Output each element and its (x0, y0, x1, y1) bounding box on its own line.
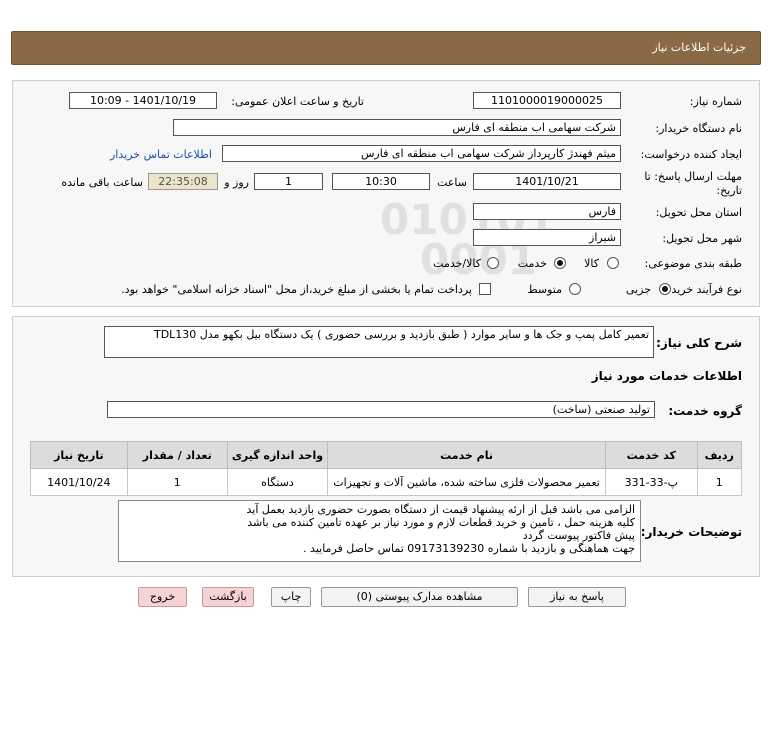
process-radio-minor[interactable] (659, 283, 671, 295)
province-field[interactable]: فارس (473, 203, 621, 220)
cell-need-date: 1401/10/24 (30, 468, 128, 496)
creator-label: ایجاد کننده درخواست: (640, 148, 742, 161)
buyer-org-label: نام دستگاه خریدار: (655, 122, 742, 135)
col-unit: واحد اندازه گیری (226, 441, 329, 469)
col-quantity: تعداد / مقدار (126, 441, 228, 469)
service-group-field[interactable]: تولید صنعتی (ساخت) (107, 401, 655, 418)
need-number-label: شماره نیاز: (689, 95, 742, 108)
buyer-notes-label: توضیحات خریدار: (640, 525, 742, 539)
description-field[interactable]: تعمیر کامل پمپ و جک ها و سایر موارد ( طب… (104, 326, 654, 358)
cell-row-number: 1 (696, 468, 743, 496)
province-label: استان محل تحویل: (655, 206, 742, 219)
process-radio-medium[interactable] (569, 283, 581, 295)
services-table: ردیف کد خدمت نام خدمت واحد اندازه گیری ت… (30, 441, 743, 496)
col-service-name: نام خدمت (327, 441, 607, 469)
category-radio-goods-service[interactable] (487, 257, 499, 269)
time-remaining-label: ساعت باقی مانده (61, 176, 143, 189)
description-label: شرح کلی نیاز: (656, 336, 742, 350)
category-option-goods-service: کالا/خدمت (433, 257, 481, 270)
back-button[interactable]: بازگشت (202, 587, 254, 607)
buyer-notes-box: الزامی می باشد قبل از ارئه پیشنهاد قیمت … (118, 500, 641, 562)
days-label: روز و (224, 176, 249, 189)
category-option-service: خدمت (517, 257, 547, 270)
process-label: نوع فرآیند خرید : (664, 283, 742, 296)
deadline-time-label: ساعت (437, 176, 467, 189)
reply-button[interactable]: پاسخ به نیاز (528, 587, 626, 607)
services-table-header: ردیف کد خدمت نام خدمت واحد اندازه گیری ت… (30, 441, 743, 469)
attachments-button[interactable]: مشاهده مدارک پیوستی (0) (321, 587, 518, 607)
buyer-org-field[interactable]: شرکت سهامی اب منطقه ای فارس (173, 119, 621, 136)
deadline-date-field[interactable]: 1401/10/21 (473, 173, 621, 190)
days-remaining-field[interactable]: 1 (254, 173, 323, 190)
cell-service-name: تعمیر محصولات فلزی ساخته شده، ماشین آلات… (327, 468, 607, 496)
notes-line: کلیه هزینه حمل ، تامین و خرید قطعات لازم… (247, 516, 635, 529)
creator-field[interactable]: میثم فهندژ کارپرداز شرکت سهامی اب منطقه … (222, 145, 621, 162)
announce-datetime-field[interactable]: 1401/10/19 - 10:09 (69, 92, 217, 109)
announce-label: تاریخ و ساعت اعلان عمومی: (231, 95, 364, 108)
need-info-panel (12, 80, 760, 307)
city-field[interactable]: شیراز (473, 229, 621, 246)
deadline-label-1: مهلت ارسال پاسخ: تا (644, 170, 742, 183)
col-service-code: کد خدمت (605, 441, 698, 469)
services-section-title: اطلاعات خدمات مورد نیاز (591, 369, 742, 383)
page-header: جزئیات اطلاعات نیاز (11, 31, 761, 65)
deadline-time-field[interactable]: 10:30 (332, 173, 430, 190)
deadline-label-2: تاریخ: (716, 184, 742, 197)
treasury-text: پرداخت تمام یا بخشی از مبلغ خرید،از محل … (121, 283, 472, 296)
service-group-label: گروه خدمت: (668, 404, 742, 418)
notes-line: الزامی می باشد قبل از ارئه پیشنهاد قیمت … (246, 503, 635, 516)
page-title: جزئیات اطلاعات نیاز (652, 41, 746, 54)
buyer-contact-link[interactable]: اطلاعات تماس خریدار (110, 148, 212, 161)
need-number-field[interactable]: 1101000019000025 (473, 92, 621, 109)
col-row-number: ردیف (696, 441, 743, 469)
notes-line: جهت هماهنگی و بازدید با شماره 0917313923… (303, 542, 635, 555)
cell-quantity: 1 (126, 468, 228, 496)
category-label: طبقه بندی موضوعی: (644, 257, 742, 270)
table-row[interactable]: 1 پ-33-331 تعمیر محصولات فلزی ساخته شده،… (30, 468, 743, 496)
cell-service-code: پ-33-331 (605, 468, 698, 496)
cell-unit: دستگاه (226, 468, 329, 496)
time-remaining-field: 22:35:08 (148, 173, 218, 190)
col-need-date: تاریخ نیاز (30, 441, 128, 469)
notes-line: پیش فاکتور پیوست گردد (522, 529, 635, 542)
city-label: شهر محل تحویل: (662, 232, 742, 245)
category-radio-goods[interactable] (607, 257, 619, 269)
process-option-minor: جزیی (625, 283, 651, 296)
category-radio-service[interactable] (554, 257, 566, 269)
category-option-goods: کالا (584, 257, 599, 270)
process-option-medium: متوسط (527, 283, 562, 296)
treasury-checkbox[interactable] (479, 283, 491, 295)
print-button[interactable]: چاپ (271, 587, 311, 607)
exit-button[interactable]: خروج (138, 587, 187, 607)
